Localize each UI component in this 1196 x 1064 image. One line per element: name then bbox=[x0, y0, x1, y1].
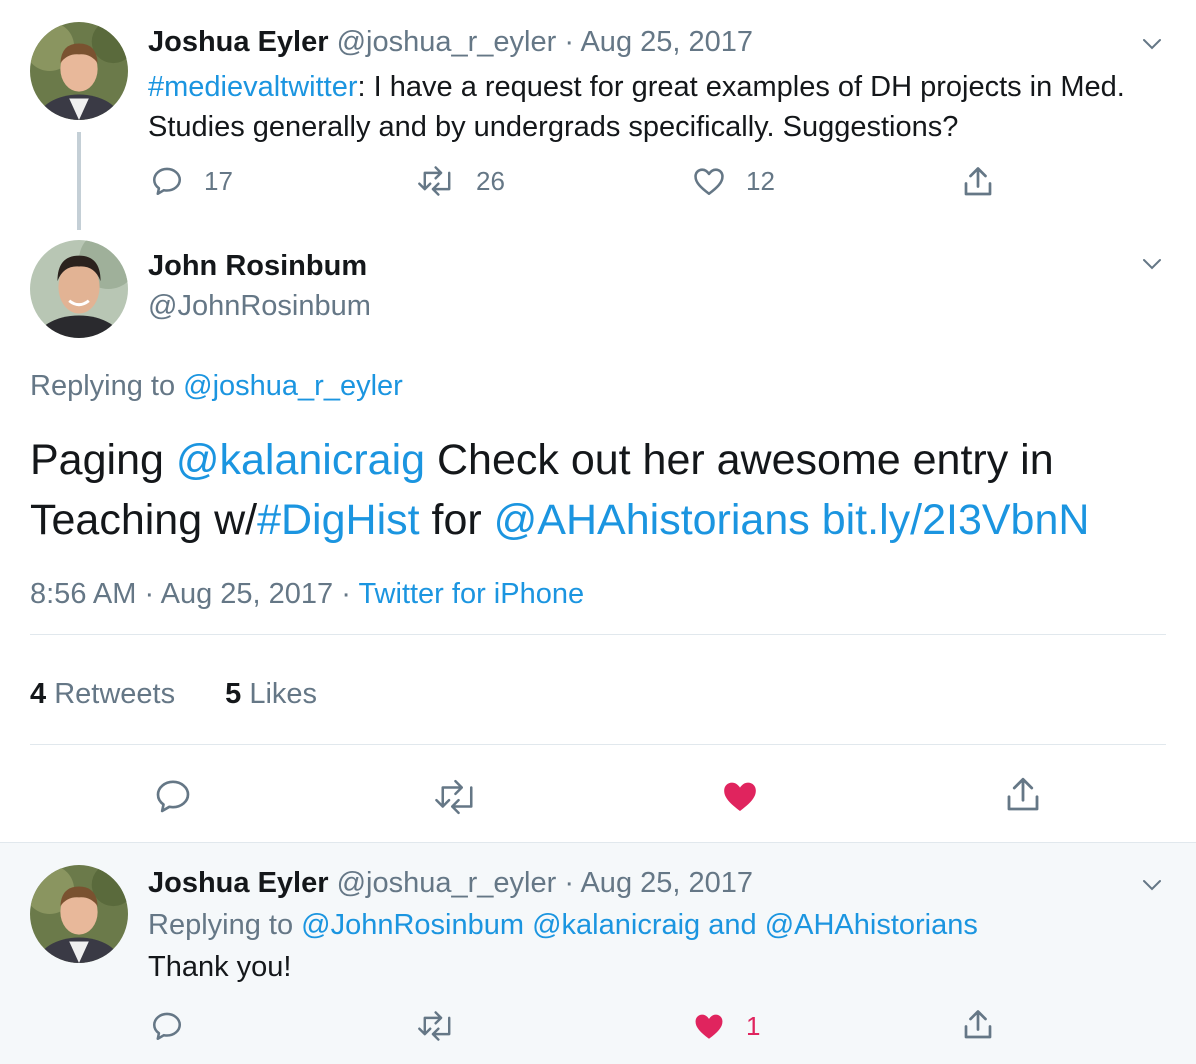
tweet-text: Paging @kalanicraig Check out her awesom… bbox=[30, 430, 1170, 550]
hashtag-link[interactable]: #DigHist bbox=[257, 496, 420, 544]
chevron-down-icon[interactable] bbox=[1140, 873, 1164, 897]
retweet-button[interactable] bbox=[418, 1009, 456, 1043]
reply-tweet[interactable]: Joshua Eyler @joshua_r_eyler · Aug 25, 2… bbox=[0, 842, 1196, 1064]
author-handle[interactable]: @JohnRosinbum bbox=[148, 290, 371, 323]
share-icon bbox=[964, 167, 992, 196]
mention-link[interactable]: @kalanicraig bbox=[176, 436, 425, 484]
reply-icon bbox=[156, 780, 190, 813]
url-link[interactable]: bit.ly/2I3VbnN bbox=[822, 496, 1090, 544]
author-name[interactable]: Joshua Eyler bbox=[148, 26, 329, 58]
separator: · bbox=[564, 867, 574, 899]
author-name[interactable]: Joshua Eyler bbox=[148, 867, 329, 899]
tweet-header: Joshua Eyler @joshua_r_eyler · Aug 25, 2… bbox=[148, 26, 753, 59]
heart-filled-icon bbox=[724, 782, 756, 811]
chevron-down-icon[interactable] bbox=[1140, 32, 1164, 56]
retweet-button[interactable] bbox=[434, 778, 480, 816]
like-icon bbox=[694, 168, 724, 196]
tweet-text: Thank you! bbox=[148, 951, 292, 983]
tweet-stats: 4 Retweets 5 Likes bbox=[30, 678, 359, 711]
mention-link[interactable]: @joshua_r_eyler bbox=[183, 370, 403, 402]
author-handle[interactable]: @joshua_r_eyler bbox=[337, 26, 557, 58]
like-button-liked[interactable]: 1 bbox=[692, 1009, 760, 1043]
reply-icon bbox=[152, 1012, 182, 1041]
tweet-metadata: 8:56 AM · Aug 25, 2017 · Twitter for iPh… bbox=[30, 578, 584, 611]
divider bbox=[30, 634, 1166, 635]
reply-button[interactable] bbox=[153, 776, 193, 816]
mention-link[interactable]: @JohnRosinbum bbox=[301, 909, 524, 941]
share-icon bbox=[964, 1010, 992, 1039]
like-count: 1 bbox=[746, 1010, 761, 1041]
retweets-stat[interactable]: 4 Retweets bbox=[30, 678, 175, 710]
share-button[interactable] bbox=[960, 1007, 996, 1043]
mention-link[interactable]: @kalanicraig bbox=[532, 909, 700, 941]
separator: · bbox=[144, 578, 155, 610]
avatar-john-rosinbum[interactable] bbox=[30, 240, 128, 338]
replying-label: Replying to bbox=[30, 370, 184, 402]
reply-button[interactable] bbox=[150, 1009, 184, 1043]
retweets-count: 4 bbox=[30, 678, 47, 710]
heart-filled-icon bbox=[695, 1014, 723, 1039]
likes-label: Likes bbox=[249, 678, 318, 710]
tweet-header: Joshua Eyler @joshua_r_eyler · Aug 25, 2… bbox=[148, 867, 753, 900]
replying-to: Replying to @JohnRosinbum @kalanicraig a… bbox=[148, 909, 978, 942]
chevron-down-icon[interactable] bbox=[1140, 252, 1164, 276]
share-button[interactable] bbox=[1002, 774, 1044, 816]
author-handle[interactable]: @joshua_r_eyler bbox=[337, 867, 557, 899]
separator: · bbox=[341, 578, 351, 610]
retweet-icon bbox=[435, 779, 473, 815]
tweet-source[interactable]: Twitter for iPhone bbox=[358, 578, 584, 610]
avatar-joshua-eyler[interactable] bbox=[30, 865, 128, 963]
mention-link[interactable]: @AHAhistorians bbox=[494, 496, 810, 544]
text-segment: Paging bbox=[30, 436, 176, 484]
reply-count: 17 bbox=[204, 165, 233, 196]
reply-button[interactable]: 17 bbox=[150, 164, 233, 198]
avatar-joshua-eyler[interactable] bbox=[30, 22, 128, 120]
retweet-icon bbox=[418, 1011, 451, 1041]
tweet-time[interactable]: 8:56 AM bbox=[30, 578, 136, 610]
separator: · bbox=[564, 26, 574, 58]
retweet-icon bbox=[418, 166, 451, 196]
replying-to: Replying to @joshua_r_eyler bbox=[30, 370, 403, 403]
tweet-date[interactable]: Aug 25, 2017 bbox=[580, 26, 753, 58]
replying-label: Replying to bbox=[148, 909, 302, 941]
likes-count: 5 bbox=[225, 678, 242, 710]
likes-stat[interactable]: 5 Likes bbox=[225, 678, 317, 710]
share-button[interactable] bbox=[960, 164, 996, 200]
tweet-date[interactable]: Aug 25, 2017 bbox=[161, 578, 334, 610]
retweets-label: Retweets bbox=[54, 678, 176, 710]
divider bbox=[30, 744, 1166, 745]
reply-icon bbox=[152, 167, 182, 196]
text-segment bbox=[810, 496, 822, 544]
author-name[interactable]: John Rosinbum bbox=[148, 250, 367, 283]
tweet-date[interactable]: Aug 25, 2017 bbox=[580, 867, 753, 899]
text-segment: for bbox=[419, 496, 494, 544]
tweet-text: #medievaltwitter: I have a request for g… bbox=[148, 67, 1138, 147]
hashtag-link[interactable]: #medievaltwitter bbox=[148, 71, 358, 103]
like-button-liked[interactable] bbox=[720, 776, 760, 816]
and-label[interactable]: and bbox=[700, 909, 765, 941]
like-button[interactable]: 12 bbox=[692, 164, 775, 198]
share-icon bbox=[1007, 777, 1039, 811]
like-count: 12 bbox=[746, 165, 775, 196]
retweet-button[interactable]: 26 bbox=[418, 164, 505, 198]
mention-link[interactable]: @AHAhistorians bbox=[765, 909, 978, 941]
retweet-count: 26 bbox=[476, 165, 505, 196]
thread-connector bbox=[77, 132, 81, 230]
